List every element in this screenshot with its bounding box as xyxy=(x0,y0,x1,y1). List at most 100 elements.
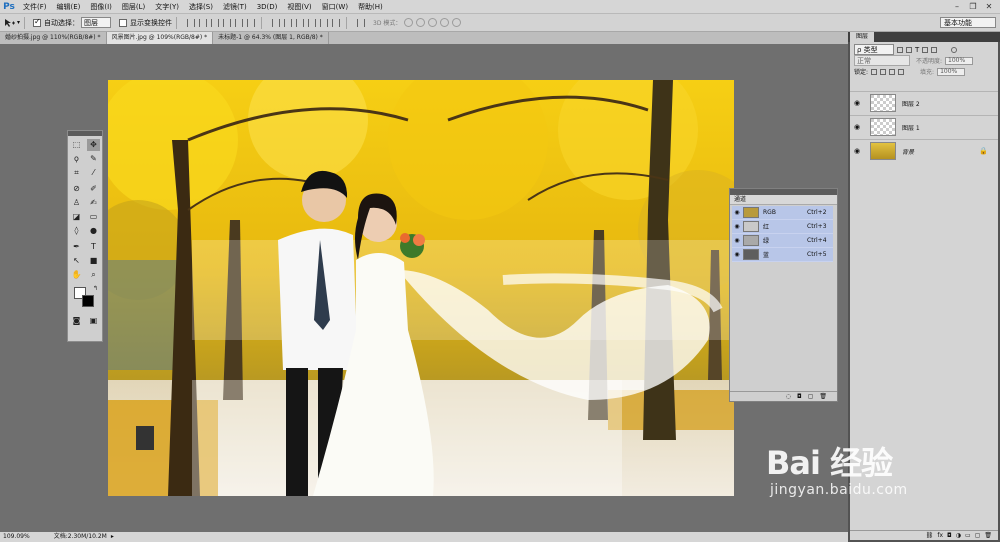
lock-all-icon[interactable] xyxy=(898,68,905,75)
close-icon[interactable]: ✕ xyxy=(982,1,996,12)
distribute-right-icon[interactable] xyxy=(332,18,341,27)
menu-file[interactable]: 文件(F) xyxy=(18,0,52,14)
layer-row[interactable]: ◉ 图层 1 xyxy=(850,115,998,138)
lock-pixels-icon[interactable] xyxy=(880,68,887,75)
eye-icon[interactable]: ◉ xyxy=(732,209,742,216)
mask-icon[interactable]: ◘ xyxy=(947,532,952,539)
distribute-left-icon[interactable] xyxy=(308,18,317,27)
channel-row-rgb[interactable]: ◉ RGB Ctrl+2 xyxy=(732,206,833,220)
minimize-icon[interactable]: – xyxy=(950,1,964,12)
menu-3d[interactable]: 3D(D) xyxy=(252,0,283,14)
tab-document-2[interactable]: 风景图片.jpg @ 109%(RGB/8#) * xyxy=(106,32,214,44)
eyedropper-tool-icon[interactable]: ⁄ xyxy=(87,167,100,179)
fx-icon[interactable]: fx xyxy=(937,532,943,539)
blend-mode-dropdown[interactable]: 正常 xyxy=(854,55,910,66)
new-channel-icon[interactable]: ▢ xyxy=(808,393,814,400)
eye-icon[interactable]: ◉ xyxy=(850,123,864,131)
menu-view[interactable]: 视图(V) xyxy=(282,0,316,14)
adjustment-icon[interactable]: ◑ xyxy=(956,532,961,539)
trash-icon[interactable]: 🗑 xyxy=(819,393,827,400)
filter-smart-icon[interactable] xyxy=(931,46,938,53)
align-top-icon[interactable] xyxy=(187,18,196,27)
menu-layer[interactable]: 图层(L) xyxy=(117,0,150,14)
tools-panel-header[interactable] xyxy=(68,131,102,136)
lock-position-icon[interactable] xyxy=(889,68,896,75)
brush-tool-icon[interactable]: ✐ xyxy=(87,183,100,195)
channel-row-blue[interactable]: ◉ 蓝 Ctrl+5 xyxy=(732,248,833,262)
gradient-tool-icon[interactable]: ▭ xyxy=(87,211,100,223)
3d-pan-icon[interactable] xyxy=(428,18,438,27)
blur-tool-icon[interactable]: ◊ xyxy=(70,225,83,237)
channel-row-red[interactable]: ◉ 红 Ctrl+3 xyxy=(732,220,833,234)
layer-row-background[interactable]: ◉ 背景 🔒 xyxy=(850,139,998,162)
align-hcenter-icon[interactable] xyxy=(235,18,244,27)
type-tool-icon[interactable]: T xyxy=(87,241,100,253)
pen-tool-icon[interactable]: ✒ xyxy=(70,241,83,253)
restore-icon[interactable]: ❐ xyxy=(966,1,980,12)
lock-transparent-icon[interactable] xyxy=(871,68,878,75)
eraser-tool-icon[interactable]: ◪ xyxy=(70,211,83,223)
filter-shape-icon[interactable] xyxy=(922,46,929,53)
show-transform-checkbox[interactable] xyxy=(119,18,128,27)
eye-icon[interactable]: ◉ xyxy=(732,251,742,258)
3d-rotate-icon[interactable] xyxy=(404,18,414,27)
align-bottom-icon[interactable] xyxy=(211,18,220,27)
distribute-bottom-icon[interactable] xyxy=(296,18,305,27)
link-icon[interactable]: ⛓ xyxy=(926,532,934,539)
shape-tool-icon[interactable]: ■ xyxy=(87,255,100,267)
menu-filter[interactable]: 滤镜(T) xyxy=(218,0,252,14)
auto-select-dropdown[interactable]: 图层 xyxy=(81,17,112,28)
tab-document-3[interactable]: 未标题-1 @ 64.3% (图层 1, RGB/8) * xyxy=(213,32,329,44)
3d-roll-icon[interactable] xyxy=(416,18,426,27)
move-tool-icon[interactable]: ✥ xyxy=(87,139,100,151)
background-color-swatch[interactable] xyxy=(82,295,94,307)
document-canvas[interactable] xyxy=(108,80,734,496)
eye-icon[interactable]: ◉ xyxy=(850,147,864,155)
distribute-hcenter-icon[interactable] xyxy=(320,18,329,27)
auto-select-checkbox[interactable] xyxy=(33,17,42,27)
zoom-level[interactable]: 109.09% xyxy=(3,532,30,542)
3d-slide-icon[interactable] xyxy=(440,18,450,27)
menu-image[interactable]: 图像(I) xyxy=(85,0,117,14)
auto-align-button[interactable] xyxy=(355,18,367,27)
menu-type[interactable]: 文字(Y) xyxy=(150,0,184,14)
layer-name[interactable]: 图层 1 xyxy=(902,123,920,132)
hand-tool-icon[interactable]: ✋ xyxy=(70,269,83,281)
tab-document-1[interactable]: 婚纱拍摄.jpg @ 110%(RGB/8#) * xyxy=(0,32,107,44)
eye-icon[interactable]: ◉ xyxy=(732,237,742,244)
clone-stamp-tool-icon[interactable]: ♙ xyxy=(70,197,83,209)
menu-window[interactable]: 窗口(W) xyxy=(317,0,353,14)
quick-mask-icon[interactable]: ◙ xyxy=(70,315,83,327)
tab-channels[interactable]: 通道 xyxy=(730,195,837,205)
dodge-tool-icon[interactable]: ● xyxy=(87,225,100,237)
lasso-tool-icon[interactable]: ϙ xyxy=(70,153,83,165)
load-selection-icon[interactable]: ◌ xyxy=(786,393,791,400)
move-tool-preset[interactable]: ▾ xyxy=(4,18,20,28)
filter-type-icon[interactable]: T xyxy=(915,46,919,54)
crop-tool-icon[interactable]: ⌗ xyxy=(70,167,83,179)
status-arrow-icon[interactable]: ▸ xyxy=(111,532,114,542)
layer-name[interactable]: 背景 xyxy=(902,147,914,156)
healing-brush-tool-icon[interactable]: ⊘ xyxy=(70,183,83,195)
folder-icon[interactable]: ▭ xyxy=(965,532,971,539)
path-select-tool-icon[interactable]: ↖ xyxy=(70,255,83,267)
filter-toggle-icon[interactable] xyxy=(951,46,958,53)
new-layer-icon[interactable]: ▢ xyxy=(975,532,981,539)
align-left-icon[interactable] xyxy=(223,18,232,27)
menu-select[interactable]: 选择(S) xyxy=(184,0,218,14)
filter-adjust-icon[interactable] xyxy=(906,46,912,53)
quick-select-tool-icon[interactable]: ✎ xyxy=(87,153,100,165)
layer-row[interactable]: ◉ 图层 2 xyxy=(850,91,998,114)
trash-icon[interactable]: 🗑 xyxy=(984,532,992,539)
distribute-top-icon[interactable] xyxy=(272,18,281,27)
align-right-icon[interactable] xyxy=(247,18,256,27)
save-selection-icon[interactable]: ◘ xyxy=(797,393,802,400)
eye-icon[interactable]: ◉ xyxy=(732,223,742,230)
history-brush-tool-icon[interactable]: ✍ xyxy=(87,197,100,209)
workspace-dropdown[interactable]: 基本功能 xyxy=(940,17,996,28)
swap-colors-icon[interactable]: ↰ xyxy=(89,283,102,295)
screen-mode-icon[interactable]: ▣ xyxy=(87,315,100,327)
3d-scale-icon[interactable] xyxy=(452,18,462,27)
distribute-vcenter-icon[interactable] xyxy=(284,18,293,27)
filter-pixel-icon[interactable] xyxy=(897,46,903,53)
